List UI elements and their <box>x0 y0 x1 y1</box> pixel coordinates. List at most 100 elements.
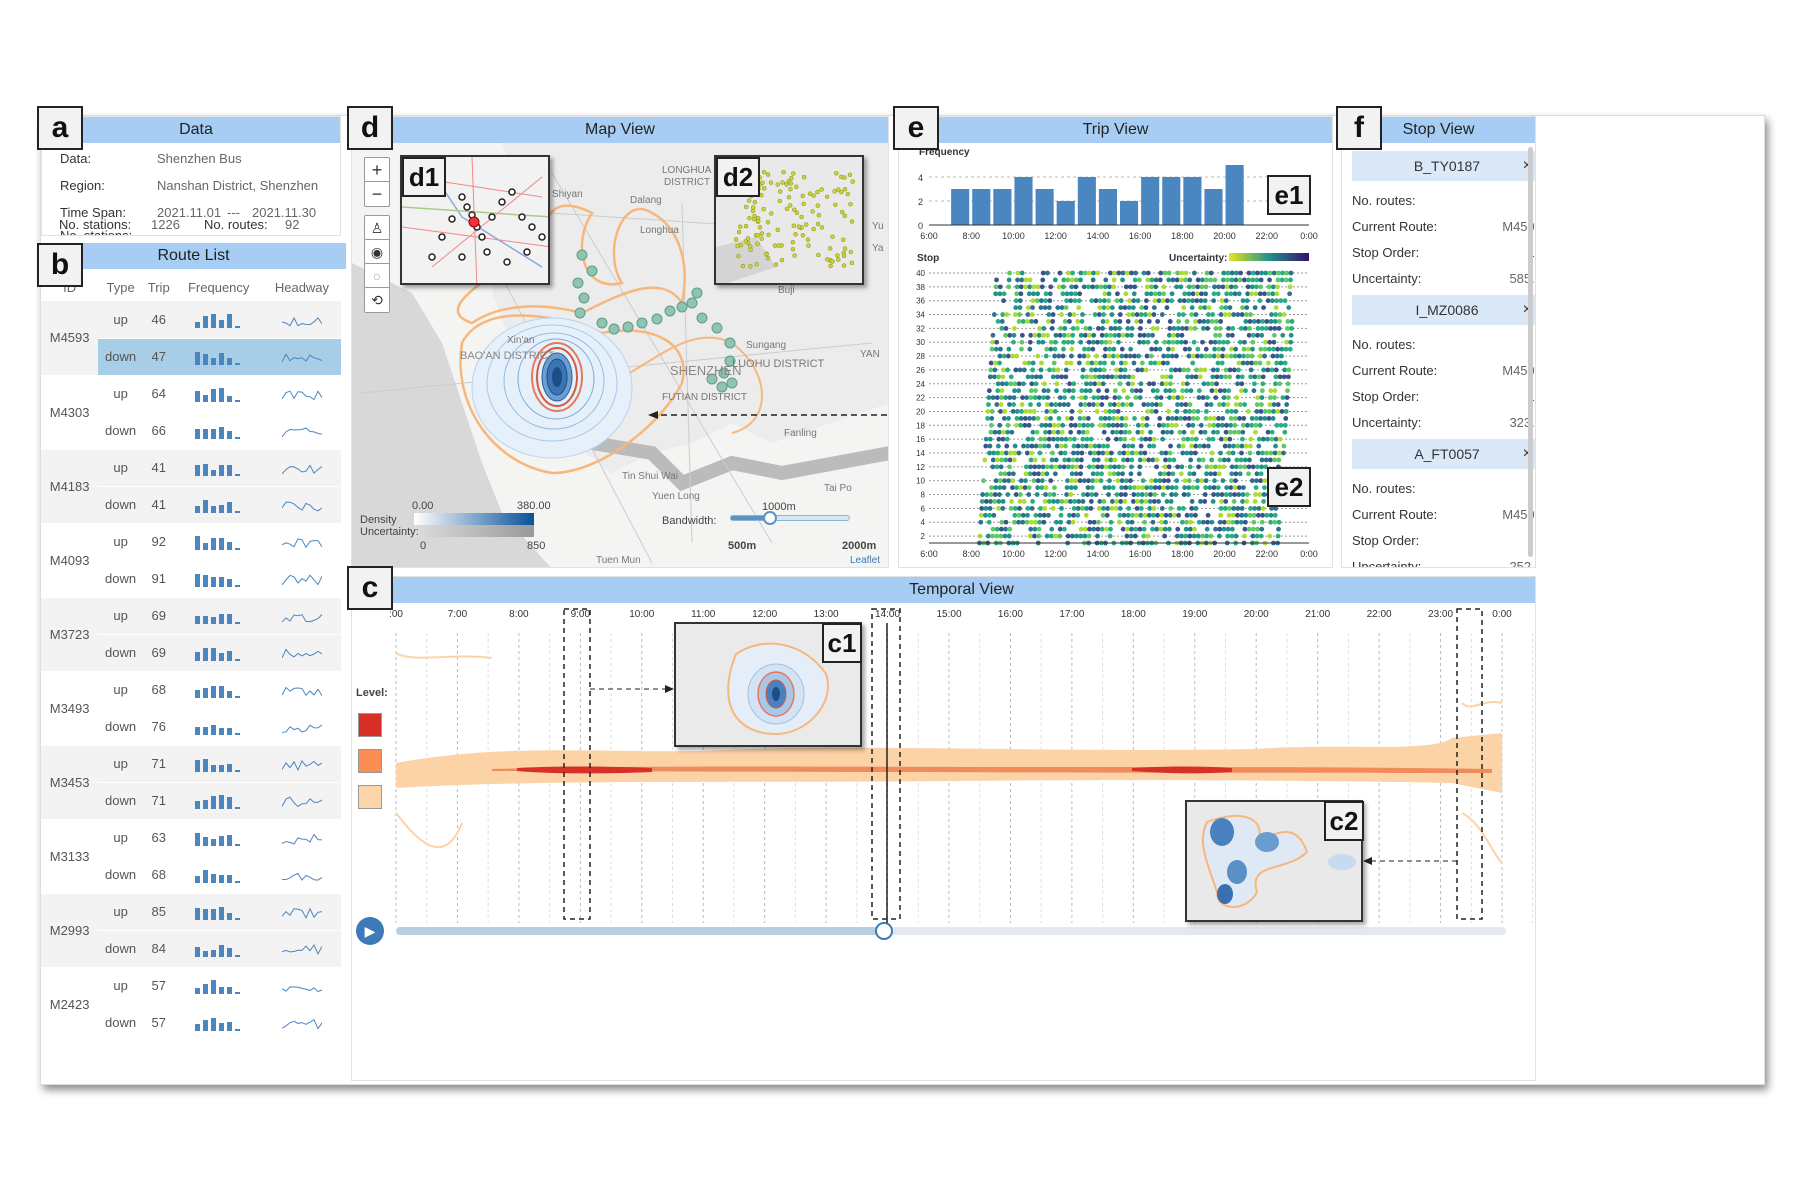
headway-line <box>281 833 322 845</box>
density-label: Density <box>360 514 397 526</box>
trip-stop-dot <box>1042 381 1047 387</box>
column-header[interactable]: Headway <box>263 273 341 301</box>
level-swatch[interactable] <box>358 785 382 809</box>
reset-icon[interactable]: ⟲ <box>364 287 390 313</box>
trip-stop-dot <box>1061 277 1067 283</box>
trip-stop-dot <box>1210 381 1215 387</box>
trip-stop-dot <box>1281 374 1287 380</box>
trip-stop-dot <box>1000 436 1006 442</box>
stop-view-scrollbar[interactable] <box>1528 147 1533 557</box>
zoom-out-button[interactable]: − <box>364 181 390 207</box>
play-icon[interactable]: ▶ <box>356 917 384 945</box>
level-swatch[interactable] <box>358 749 382 773</box>
trip-stop-dot <box>1007 402 1012 407</box>
person-icon[interactable]: ♙ <box>364 215 390 241</box>
trip-stop-dot <box>1112 395 1118 401</box>
trip-stop-dot <box>1167 450 1173 456</box>
frequency-bar <box>1120 201 1139 225</box>
stop-point <box>765 172 771 177</box>
stations-value: 1226 <box>151 217 180 232</box>
trip-stop-dot <box>1058 450 1064 456</box>
route-row[interactable]: M3453 up 71 <box>41 745 341 820</box>
frequency-bar <box>202 836 208 846</box>
trip-stop-dot <box>1038 505 1043 511</box>
bandwidth-slider-track[interactable] <box>730 511 850 525</box>
stop-tick-label: 4 <box>921 518 926 527</box>
trip-stop-dot <box>1135 367 1141 373</box>
route-row[interactable]: M3723 up 69 <box>41 597 341 672</box>
trip-stop-dot <box>1182 478 1188 484</box>
trip-stop-dot <box>1163 388 1169 394</box>
trip-stop-dot <box>1112 270 1117 276</box>
frequency-bar <box>210 838 216 846</box>
trip-stop-dot <box>1173 485 1179 491</box>
trip-stop-dot <box>1109 499 1115 504</box>
trip-stop-dot <box>1169 492 1174 497</box>
trip-stop-dot <box>1221 526 1227 532</box>
trip-stop-dot <box>1053 464 1059 470</box>
trip-stop-dot <box>995 457 1000 463</box>
level-swatch[interactable] <box>358 713 382 737</box>
trip-stop-dot <box>1001 485 1007 491</box>
stop-tick-label: 12 <box>916 463 925 472</box>
trip-stop-dot <box>1165 415 1171 421</box>
trip-stop-dot <box>1123 353 1129 359</box>
trip-stop-dot <box>1097 360 1103 366</box>
trip-stop-dot <box>1235 505 1241 511</box>
column-header[interactable]: Trip <box>143 273 175 301</box>
trip-stop-dot <box>1069 471 1075 477</box>
trip-stop-dot <box>1282 367 1288 373</box>
route-row[interactable]: M4593 up 46 <box>41 301 341 376</box>
leaflet-attribution-link[interactable]: Leaflet <box>850 555 880 566</box>
trip-stop-dot <box>1217 402 1222 407</box>
trip-stop-dot <box>1244 298 1250 304</box>
lasso-icon[interactable]: ○ <box>364 263 390 289</box>
trip-stop-dot <box>1052 485 1057 491</box>
trip-stop-dot <box>1041 519 1047 525</box>
route-row[interactable]: M4093 up 92 <box>41 523 341 598</box>
timeline-slider-track[interactable] <box>396 922 1506 940</box>
route-row[interactable]: M4303 up 64 <box>41 375 341 450</box>
trip-stop-dot <box>1211 298 1216 304</box>
frequency-bar <box>218 685 224 698</box>
trip-stop-dot <box>1089 492 1095 497</box>
trip-stop-dot <box>1027 339 1033 345</box>
trip-stop-dot <box>1202 429 1208 435</box>
route-row[interactable]: M2993 up 85 <box>41 893 341 968</box>
trip-stop-dot <box>1248 374 1254 380</box>
trip-stop-dot <box>1028 526 1034 532</box>
trip-stop-dot <box>1219 422 1225 428</box>
trip-stop-dot <box>1021 499 1027 504</box>
trip-stop-dot <box>1159 519 1164 525</box>
stop-point <box>789 175 794 181</box>
route-type: down <box>98 412 143 450</box>
trip-stop-dot <box>1148 492 1153 497</box>
trip-stop-dot <box>1011 402 1017 407</box>
route-row[interactable]: M2423 up 57 <box>41 967 341 1042</box>
trip-stop-dot <box>1105 374 1111 380</box>
trip-stop-dot <box>1196 519 1202 525</box>
route-row[interactable]: M3133 up 63 <box>41 819 341 894</box>
column-header[interactable]: Type <box>98 273 143 301</box>
trip-stop-dot <box>1234 519 1240 525</box>
zoom-in-button[interactable]: + <box>364 157 390 183</box>
frequency-bar <box>210 357 216 365</box>
stop-card-header[interactable]: I_MZ0086× <box>1352 295 1535 325</box>
hour-label: 7:00 <box>448 609 468 620</box>
eye-icon[interactable]: ◉ <box>364 239 390 265</box>
trip-stop-dot <box>1057 464 1063 470</box>
frequency-bar <box>194 428 200 439</box>
route-row[interactable]: M4183 up 41 <box>41 449 341 524</box>
trip-stop-dot <box>1199 291 1204 297</box>
route-row[interactable]: M3493 up 68 <box>41 671 341 746</box>
frequency-bar <box>234 621 240 624</box>
trip-stop-dot <box>1254 478 1259 484</box>
trip-stop-dot <box>1067 512 1072 518</box>
trip-stop-dot <box>1048 415 1053 421</box>
column-header[interactable]: Frequency <box>174 273 262 301</box>
stop-card-header[interactable]: A_FT0057× <box>1352 439 1535 469</box>
frequency-bar <box>218 727 224 735</box>
bandwidth-slider-handle[interactable] <box>762 511 777 525</box>
stop-card-header[interactable]: B_TY0187× <box>1352 151 1535 181</box>
bus-stop-marker <box>724 337 736 349</box>
